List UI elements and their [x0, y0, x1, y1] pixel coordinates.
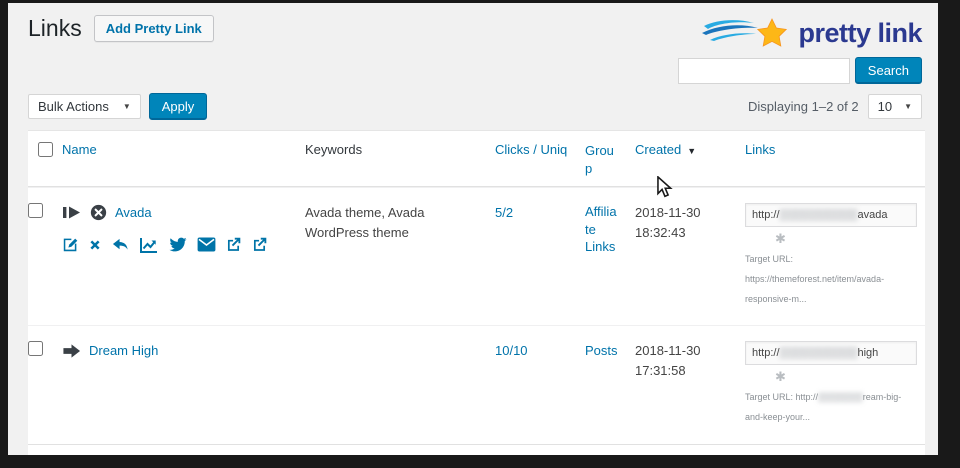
keywords-value: Avada theme, Avada WordPress theme [305, 205, 425, 240]
email-icon[interactable] [197, 237, 216, 252]
tracking-disabled-icon [90, 204, 107, 221]
table-row: Avada [28, 187, 925, 325]
row-actions [62, 236, 297, 254]
clicks-value[interactable]: 5/2 [495, 205, 513, 220]
redirect-type-icon [62, 205, 82, 220]
screenshot-frame: Links Add Pretty Link pretty link Search [0, 0, 960, 468]
group-value[interactable]: Affiliate Links [585, 203, 620, 256]
column-header-group[interactable]: Group [585, 142, 620, 177]
created-value: 2018-11-30 18:32:43 [635, 205, 701, 240]
sort-desc-icon[interactable]: ▼ [687, 146, 696, 156]
target-url-prefix: http:// [796, 392, 819, 402]
visit-pretty-link-icon[interactable] [225, 236, 242, 253]
column-header-name[interactable]: Name [62, 142, 97, 157]
row-checkbox[interactable] [28, 203, 43, 218]
url-suffix: high [857, 347, 878, 359]
select-all-checkbox[interactable] [38, 142, 53, 157]
target-url-prefix: https://themeforest.net/item/avada-respo… [745, 274, 884, 304]
links-table: Name Keywords Clicks / Uniq Group Create… [28, 130, 925, 455]
redirect-arrow-icon [62, 343, 81, 359]
chevron-down-icon: ▼ [123, 102, 131, 111]
per-page-value: 10 [878, 99, 892, 114]
search-input[interactable] [678, 58, 850, 84]
pretty-link-logo-icon [702, 17, 794, 49]
target-url-label: Target URL: [745, 392, 793, 402]
reset-icon[interactable] [111, 236, 130, 253]
redacted-url-part: ▒▒▒▒▒▒▒ [818, 392, 863, 402]
tweet-icon[interactable] [168, 236, 188, 253]
redacted-url-part: ▒▒▒▒▒▒▒▒▒▒ [780, 209, 858, 221]
bulk-actions-select[interactable]: Bulk Actions ▼ [28, 94, 141, 119]
column-header-created[interactable]: Created [635, 142, 681, 157]
asterisk-icon: ✱ [775, 370, 917, 383]
table-row: Dream High 10/10 Posts 2018-11-30 17:31:… [28, 325, 925, 444]
displaying-count: Displaying 1–2 of 2 [748, 99, 859, 114]
redacted-url-part: ▒▒▒▒▒▒▒▒▒▒ [780, 347, 858, 359]
visit-target-url-icon[interactable] [251, 236, 268, 253]
page-title: Links [28, 15, 82, 43]
link-name[interactable]: Dream High [89, 341, 158, 361]
table-footer-row: Name Keywords Clicks / Uniq Group Create… [28, 444, 925, 455]
bulk-actions-label: Bulk Actions [38, 99, 109, 114]
link-name[interactable]: Avada [115, 203, 152, 223]
column-header-keywords: Keywords [305, 142, 362, 157]
pretty-link-logo-text: pretty link [798, 18, 922, 49]
stats-icon[interactable] [139, 236, 159, 254]
chevron-down-icon: ▼ [904, 102, 912, 111]
url-prefix: http:// [752, 209, 780, 221]
url-prefix: http:// [752, 347, 780, 359]
per-page-select[interactable]: 10 ▼ [868, 94, 922, 119]
add-pretty-link-button[interactable]: Add Pretty Link [94, 15, 214, 42]
asterisk-icon: ✱ [775, 232, 917, 245]
url-suffix: avada [857, 209, 887, 221]
column-header-clicks[interactable]: Clicks / Uniq [495, 142, 567, 157]
row-checkbox[interactable] [28, 341, 43, 356]
column-header-links[interactable]: Links [745, 142, 775, 157]
target-url-label: Target URL: [745, 254, 793, 264]
created-value: 2018-11-30 17:31:58 [635, 343, 701, 378]
search-button[interactable]: Search [855, 57, 922, 84]
clicks-value[interactable]: 10/10 [495, 343, 528, 358]
target-url-text: Target URL: http://▒▒▒▒▒▒▒ream-big-and-k… [745, 388, 917, 428]
pretty-link-url-field[interactable]: http://▒▒▒▒▒▒▒▒▒▒avada [745, 203, 917, 227]
pretty-link-logo: pretty link [702, 17, 922, 49]
target-url-text: Target URL: https://themeforest.net/item… [745, 250, 917, 309]
pretty-link-admin-page: Links Add Pretty Link pretty link Search [8, 3, 938, 455]
edit-icon[interactable] [62, 236, 79, 253]
delete-icon[interactable] [88, 238, 102, 252]
apply-button[interactable]: Apply [149, 93, 208, 120]
table-header-row: Name Keywords Clicks / Uniq Group Create… [28, 131, 925, 187]
group-value[interactable]: Posts [585, 343, 618, 358]
pretty-link-url-field[interactable]: http://▒▒▒▒▒▒▒▒▒▒high [745, 341, 917, 365]
